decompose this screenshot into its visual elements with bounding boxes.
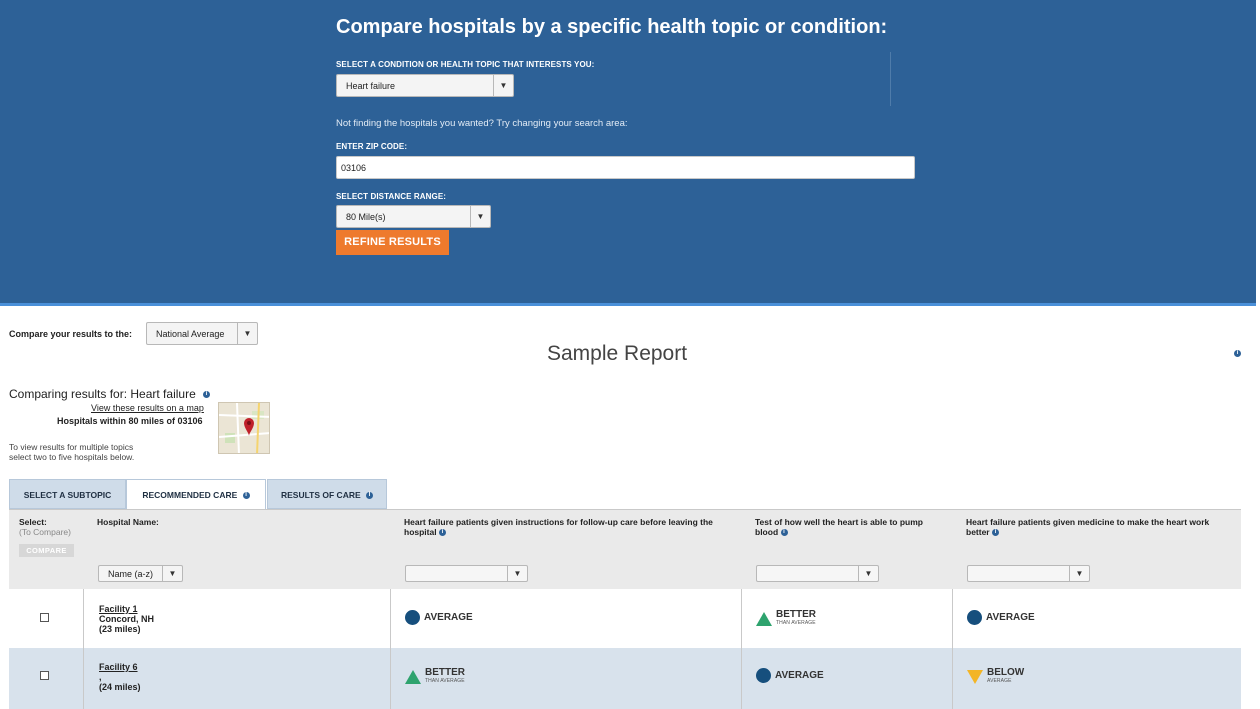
tab-label: SELECT A SUBTOPIC (23, 490, 112, 500)
tab-recommended-care[interactable]: RECOMMENDED CARE i (126, 479, 266, 509)
zip-input[interactable]: 03106 (336, 156, 915, 179)
facility-info: Facility 1 Concord, NH (23 miles) (99, 604, 154, 634)
multi-topic-line: select two to five hospitals below. (9, 452, 135, 462)
rating-label: AVERAGE (986, 612, 1035, 623)
column-divider (952, 589, 953, 709)
comparing-text: Comparing results for: Heart failure (9, 387, 196, 401)
rating-label: AVERAGE (775, 670, 824, 681)
facility-location: , (99, 672, 102, 682)
zip-label: ENTER ZIP CODE: (336, 142, 408, 151)
header-border (0, 303, 1256, 306)
select-checkbox[interactable] (40, 671, 49, 680)
condition-select-value: Heart failure (346, 81, 396, 91)
column-header-text: Test of how well the heart is able to pu… (755, 517, 923, 537)
report-title: Sample Report (547, 342, 688, 365)
facility-location: Concord, NH (99, 614, 154, 624)
compare-to-value: National Average (156, 329, 225, 339)
map-thumbnail[interactable] (218, 402, 270, 454)
below-triangle-icon (967, 670, 983, 684)
facility-name-link[interactable]: Facility 1 (99, 604, 154, 614)
average-circle-icon (756, 668, 771, 683)
better-triangle-icon (405, 670, 421, 684)
rating-average: AVERAGE (967, 610, 1035, 625)
chevron-down-icon: ▼ (237, 323, 257, 344)
rating-average: AVERAGE (405, 610, 473, 625)
info-icon[interactable]: i (780, 529, 788, 537)
search-hint: Not finding the hospitals you wanted? Tr… (336, 118, 628, 129)
distance-label: SELECT DISTANCE RANGE: (336, 192, 447, 201)
refine-results-button[interactable]: REFINE RESULTS (336, 230, 449, 255)
multi-topic-hint: To view results for multiple topics sele… (9, 442, 134, 462)
followup-filter-select[interactable]: ▼ (405, 565, 528, 582)
rating-below: BELOW AVERAGE (967, 668, 1024, 686)
tab-label: RECOMMENDED CARE (142, 490, 238, 500)
comparing-results: Comparing results for: Heart failure i (9, 387, 211, 401)
tab-results-of-care[interactable]: RESULTS OF CARE i (267, 479, 387, 509)
medicine-header: Heart failure patients given medicine to… (966, 517, 1231, 537)
info-icon[interactable]: i (438, 529, 446, 537)
view-map-link[interactable]: View these results on a map (91, 403, 204, 413)
facility-info: Facility 6 , (24 miles) (99, 662, 141, 692)
compare-button[interactable]: COMPARE (19, 544, 74, 557)
sort-select[interactable]: Name (a-z) ▼ (98, 565, 183, 582)
condition-select[interactable]: Heart failure ▼ (336, 74, 514, 97)
average-circle-icon (405, 610, 420, 625)
tab-label: RESULTS OF CARE (280, 490, 361, 500)
hospital-name-header: Hospital Name: (97, 517, 159, 527)
rating-better: BETTER THAN AVERAGE (405, 668, 465, 686)
chevron-down-icon: ▼ (162, 566, 182, 581)
facility-name-link[interactable]: Facility 6 (99, 662, 141, 672)
medicine-filter-select[interactable]: ▼ (967, 565, 1090, 582)
info-icon[interactable]: i (203, 391, 211, 399)
rating-sublabel: AVERAGE (987, 678, 1012, 684)
page-title: Compare hospitals by a specific health t… (336, 16, 888, 38)
rating-better: BETTER THAN AVERAGE (756, 610, 816, 628)
hospitals-within: Hospitals within 80 miles of 03106 (57, 416, 203, 426)
sort-value: Name (a-z) (108, 569, 154, 579)
column-divider (741, 589, 742, 709)
facility-distance: (24 miles) (99, 682, 141, 692)
chevron-down-icon: ▼ (470, 206, 490, 227)
search-panel: Compare hospitals by a specific health t… (0, 0, 1256, 303)
column-header-text: Heart failure patients given instruction… (404, 517, 713, 537)
pump-test-header: Test of how well the heart is able to pu… (755, 517, 935, 537)
followup-care-header: Heart failure patients given instruction… (404, 517, 724, 537)
compare-to-label: Compare your results to the: (9, 329, 133, 339)
chevron-down-icon: ▼ (858, 566, 878, 581)
tab-select-subtopic[interactable]: SELECT A SUBTOPIC (9, 479, 126, 509)
map-icon (219, 403, 269, 453)
facility-distance: (23 miles) (99, 624, 141, 634)
select-subheader: (To Compare) (19, 527, 71, 537)
select-checkbox[interactable] (40, 613, 49, 622)
compare-to-select[interactable]: National Average ▼ (146, 322, 258, 345)
chevron-down-icon: ▼ (493, 75, 513, 96)
column-divider (83, 589, 84, 709)
distance-select[interactable]: 80 Mile(s) ▼ (336, 205, 491, 228)
info-icon[interactable]: i (366, 492, 374, 500)
column-divider (390, 589, 391, 709)
column-header-text: Heart failure patients given medicine to… (966, 517, 1210, 537)
info-icon[interactable]: i (992, 529, 999, 537)
chevron-down-icon: ▼ (1069, 566, 1089, 581)
select-header: Select: (19, 517, 47, 527)
average-circle-icon (967, 610, 982, 625)
info-icon[interactable]: i (242, 492, 250, 500)
pump-test-filter-select[interactable]: ▼ (756, 565, 879, 582)
better-triangle-icon (756, 612, 772, 626)
rating-average: AVERAGE (756, 668, 824, 683)
chevron-down-icon: ▼ (507, 566, 527, 581)
rating-sublabel: THAN AVERAGE (425, 678, 465, 684)
divider (890, 52, 891, 106)
rating-sublabel: THAN AVERAGE (776, 620, 816, 626)
multi-topic-line: To view results for multiple topics (9, 442, 134, 452)
rating-label: AVERAGE (424, 612, 473, 623)
table-row (9, 589, 1241, 647)
condition-label: SELECT A CONDITION OR HEALTH TOPIC THAT … (336, 60, 595, 69)
table-row (9, 648, 1241, 709)
info-icon[interactable]: i (1234, 350, 1241, 357)
distance-select-value: 80 Mile(s) (346, 212, 386, 222)
